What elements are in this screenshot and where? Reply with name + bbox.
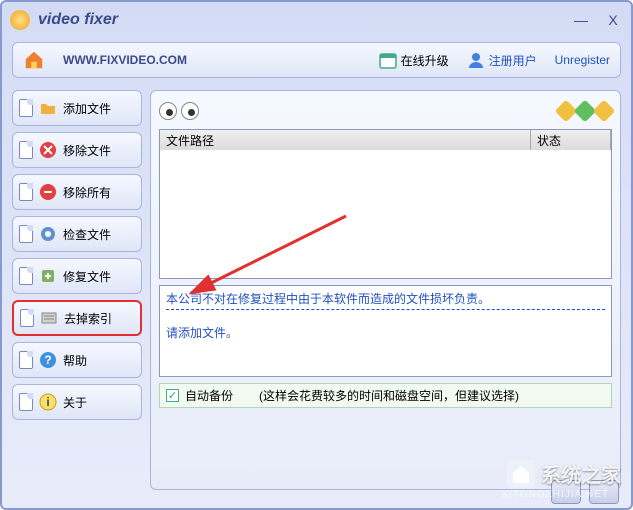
- watermark-subtext: XITONGZHIJIA.NET: [502, 489, 610, 500]
- sidebar-item-check-file[interactable]: 检查文件: [12, 216, 142, 252]
- disclaimer-text: 本公司不对在修复过程中由于本软件而造成的文件损坏负责。: [166, 290, 605, 310]
- doc-icon: [20, 309, 34, 327]
- doc-icon: [19, 267, 33, 285]
- doc-icon: [19, 183, 33, 201]
- auto-backup-checkbox[interactable]: ✓: [166, 389, 179, 402]
- check-icon: [39, 225, 57, 243]
- doc-icon: [19, 351, 33, 369]
- remove-icon: [39, 141, 57, 159]
- register-button[interactable]: 注册用户: [467, 51, 537, 69]
- sidebar-item-repair-file[interactable]: 修复文件: [12, 258, 142, 294]
- sidebar-item-add-file[interactable]: 添加文件: [12, 90, 142, 126]
- app-window: video fixer — X WWW.FIXVIDEO.COM 在线升级 注册…: [0, 0, 633, 510]
- app-icon: [10, 10, 30, 30]
- auto-backup-label: 自动备份: [185, 387, 233, 404]
- close-button[interactable]: X: [603, 10, 623, 30]
- calendar-icon: [379, 51, 397, 69]
- index-icon: [40, 309, 58, 327]
- prompt-text: 请添加文件。: [166, 324, 605, 341]
- sidebar-item-about[interactable]: i 关于: [12, 384, 142, 420]
- file-table[interactable]: 文件路径 状态: [159, 129, 612, 279]
- svg-text:i: i: [46, 395, 49, 409]
- minimize-button[interactable]: —: [571, 10, 591, 30]
- doc-icon: [19, 393, 33, 411]
- user-icon: [467, 51, 485, 69]
- svg-text:?: ?: [44, 353, 51, 367]
- repair-icon: [39, 267, 57, 285]
- message-box: 本公司不对在修复过程中由于本软件而造成的文件损坏负责。 请添加文件。: [159, 285, 612, 377]
- home-icon: [23, 49, 45, 71]
- window-controls: — X: [571, 10, 623, 30]
- sidebar-item-help[interactable]: ? 帮助: [12, 342, 142, 378]
- sidebar-item-label: 去掉索引: [64, 310, 112, 327]
- hex-decoration: [558, 103, 612, 119]
- doc-icon: [19, 141, 33, 159]
- status-row: [159, 99, 612, 123]
- auto-backup-hint: (这样会花费较多的时间和磁盘空间，但建议选择): [259, 387, 519, 404]
- body: 添加文件 移除文件 移除所有 检查文件 修复文件: [2, 82, 631, 490]
- watermark: 系统之家: [507, 459, 621, 488]
- sidebar-item-remove-index[interactable]: 去掉索引: [12, 300, 142, 336]
- sidebar-item-label: 添加文件: [63, 100, 111, 117]
- sidebar: 添加文件 移除文件 移除所有 检查文件 修复文件: [12, 90, 142, 490]
- watermark-text: 系统之家: [541, 459, 621, 488]
- eyes-icon: [159, 102, 199, 120]
- remove-all-icon: [39, 183, 57, 201]
- sidebar-item-label: 修复文件: [63, 268, 111, 285]
- watermark-icon: [507, 460, 535, 488]
- app-title: video fixer: [38, 11, 571, 29]
- sidebar-item-label: 检查文件: [63, 226, 111, 243]
- about-icon: i: [39, 393, 57, 411]
- table-header: 文件路径 状态: [160, 130, 611, 150]
- auto-backup-row: ✓ 自动备份 (这样会花费较多的时间和磁盘空间，但建议选择): [159, 383, 612, 408]
- sidebar-item-label: 关于: [63, 394, 87, 411]
- sidebar-item-remove-all[interactable]: 移除所有: [12, 174, 142, 210]
- main-panel: 文件路径 状态 本公司不对在修复过程中由于本软件而造成的文件损坏负责。 请添加文…: [150, 90, 621, 490]
- column-status[interactable]: 状态: [531, 130, 611, 150]
- column-file-path[interactable]: 文件路径: [160, 130, 531, 150]
- doc-icon: [19, 225, 33, 243]
- upgrade-button[interactable]: 在线升级: [379, 51, 449, 69]
- help-icon: ?: [39, 351, 57, 369]
- sidebar-item-label: 移除所有: [63, 184, 111, 201]
- header-bar: WWW.FIXVIDEO.COM 在线升级 注册用户 Unregister: [12, 42, 621, 78]
- doc-icon: [19, 99, 33, 117]
- sidebar-item-label: 帮助: [63, 352, 87, 369]
- eye-icon: [181, 102, 199, 120]
- hex-icon: [593, 100, 616, 123]
- sidebar-item-label: 移除文件: [63, 142, 111, 159]
- site-url: WWW.FIXVIDEO.COM: [63, 53, 361, 67]
- unregister-button[interactable]: Unregister: [555, 53, 610, 67]
- eye-icon: [159, 102, 177, 120]
- folder-add-icon: [39, 99, 57, 117]
- titlebar: video fixer — X: [2, 2, 631, 38]
- sidebar-item-remove-file[interactable]: 移除文件: [12, 132, 142, 168]
